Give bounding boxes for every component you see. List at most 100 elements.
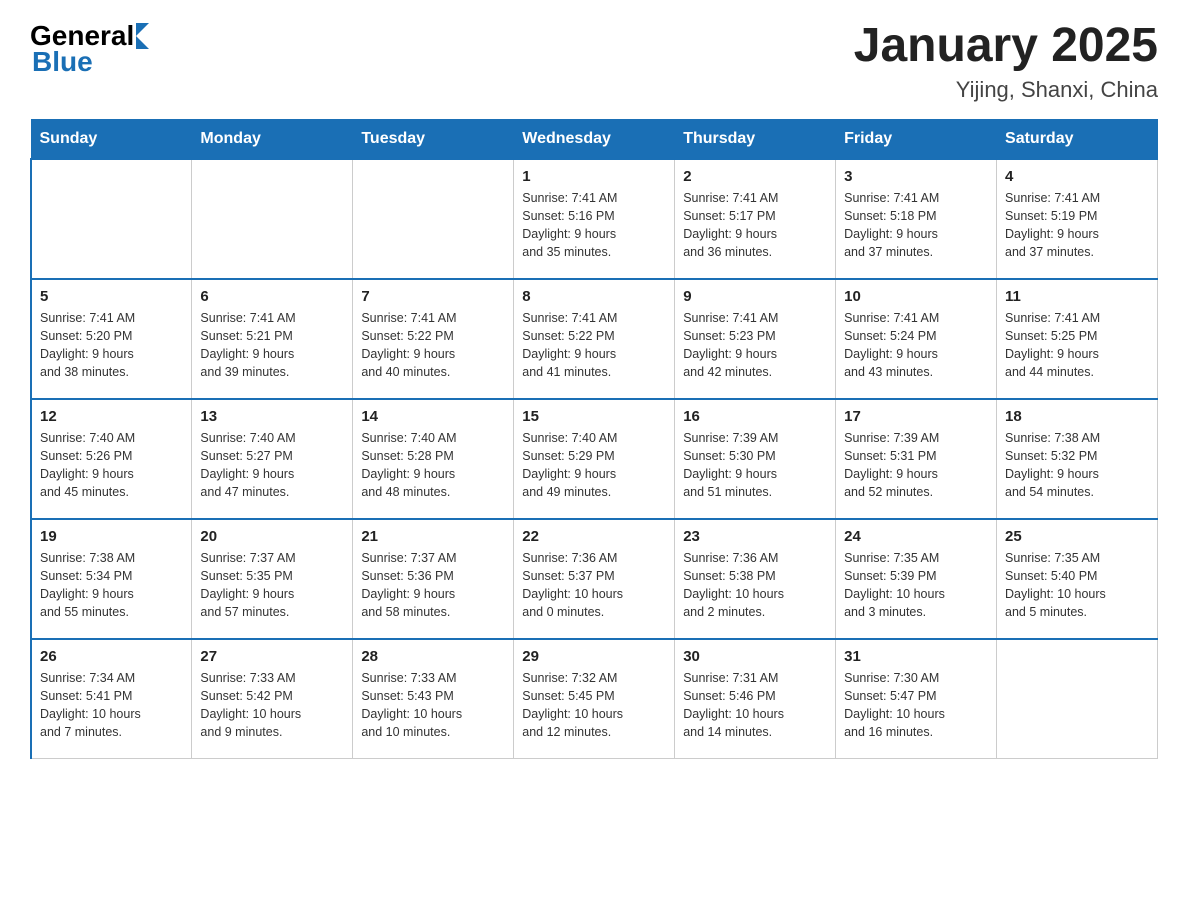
calendar-week-row: 19 Sunrise: 7:38 AM Sunset: 5:34 PM Dayli… (31, 519, 1158, 639)
day-info: Sunrise: 7:40 AM Sunset: 5:28 PM Dayligh… (361, 429, 505, 502)
day-info: Sunrise: 7:39 AM Sunset: 5:30 PM Dayligh… (683, 429, 827, 502)
day-number: 28 (361, 648, 505, 665)
calendar-week-row: 12 Sunrise: 7:40 AM Sunset: 5:26 PM Dayli… (31, 399, 1158, 519)
day-info: Sunrise: 7:33 AM Sunset: 5:42 PM Dayligh… (200, 669, 344, 742)
calendar-cell: 20Sunrise: 7:37 AM Sunset: 5:35 PM Dayli… (192, 519, 353, 639)
column-header-friday: Friday (836, 119, 997, 159)
calendar-week-row: 26Sunrise: 7:34 AM Sunset: 5:41 PM Dayli… (31, 639, 1158, 759)
column-header-sunday: Sunday (31, 119, 192, 159)
calendar-subtitle: Yijing, Shanxi, China (854, 77, 1158, 103)
day-number: 20 (200, 528, 344, 545)
calendar-cell: 23 Sunrise: 7:36 AM Sunset: 5:38 PM Dayli… (675, 519, 836, 639)
calendar-cell: 30Sunrise: 7:31 AM Sunset: 5:46 PM Dayli… (675, 639, 836, 759)
day-number: 31 (844, 648, 988, 665)
calendar-cell: 31 Sunrise: 7:30 AM Sunset: 5:47 PM Dayli… (836, 639, 997, 759)
day-number: 18 (1005, 408, 1149, 425)
calendar-cell: 5Sunrise: 7:41 AM Sunset: 5:20 PM Daylig… (31, 279, 192, 399)
day-info: Sunrise: 7:41 AM Sunset: 5:17 PM Dayligh… (683, 189, 827, 262)
calendar-week-row: 5Sunrise: 7:41 AM Sunset: 5:20 PM Daylig… (31, 279, 1158, 399)
day-number: 6 (200, 288, 344, 305)
day-info: Sunrise: 7:41 AM Sunset: 5:20 PM Dayligh… (40, 309, 183, 382)
calendar-cell: 9 Sunrise: 7:41 AM Sunset: 5:23 PM Daylig… (675, 279, 836, 399)
day-number: 3 (844, 168, 988, 185)
day-info: Sunrise: 7:33 AM Sunset: 5:43 PM Dayligh… (361, 669, 505, 742)
day-info: Sunrise: 7:40 AM Sunset: 5:26 PM Dayligh… (40, 429, 183, 502)
calendar-cell: 14 Sunrise: 7:40 AM Sunset: 5:28 PM Dayli… (353, 399, 514, 519)
calendar-cell: 27 Sunrise: 7:33 AM Sunset: 5:42 PM Dayli… (192, 639, 353, 759)
day-info: Sunrise: 7:38 AM Sunset: 5:34 PM Dayligh… (40, 549, 183, 622)
calendar-cell: 1Sunrise: 7:41 AM Sunset: 5:16 PM Daylig… (514, 159, 675, 279)
day-number: 27 (200, 648, 344, 665)
day-number: 23 (683, 528, 827, 545)
day-number: 7 (361, 288, 505, 305)
calendar-cell: 3 Sunrise: 7:41 AM Sunset: 5:18 PM Daylig… (836, 159, 997, 279)
column-header-tuesday: Tuesday (353, 119, 514, 159)
page-header: General Blue January 2025 Yijing, Shanxi… (30, 20, 1158, 103)
calendar-cell: 7 Sunrise: 7:41 AM Sunset: 5:22 PM Daylig… (353, 279, 514, 399)
day-number: 15 (522, 408, 666, 425)
calendar-cell: 24Sunrise: 7:35 AM Sunset: 5:39 PM Dayli… (836, 519, 997, 639)
title-block: January 2025 Yijing, Shanxi, China (854, 20, 1158, 103)
day-info: Sunrise: 7:41 AM Sunset: 5:23 PM Dayligh… (683, 309, 827, 382)
calendar-cell: 18Sunrise: 7:38 AM Sunset: 5:32 PM Dayli… (997, 399, 1158, 519)
day-number: 25 (1005, 528, 1149, 545)
calendar-week-row: 1Sunrise: 7:41 AM Sunset: 5:16 PM Daylig… (31, 159, 1158, 279)
day-info: Sunrise: 7:30 AM Sunset: 5:47 PM Dayligh… (844, 669, 988, 742)
day-number: 10 (844, 288, 988, 305)
calendar-cell: 19 Sunrise: 7:38 AM Sunset: 5:34 PM Dayli… (31, 519, 192, 639)
calendar-cell: 15Sunrise: 7:40 AM Sunset: 5:29 PM Dayli… (514, 399, 675, 519)
calendar-cell: 12 Sunrise: 7:40 AM Sunset: 5:26 PM Dayli… (31, 399, 192, 519)
column-header-wednesday: Wednesday (514, 119, 675, 159)
day-number: 30 (683, 648, 827, 665)
day-info: Sunrise: 7:41 AM Sunset: 5:18 PM Dayligh… (844, 189, 988, 262)
calendar-cell (31, 159, 192, 279)
calendar-cell: 16 Sunrise: 7:39 AM Sunset: 5:30 PM Dayli… (675, 399, 836, 519)
calendar-header-row: SundayMondayTuesdayWednesdayThursdayFrid… (31, 119, 1158, 159)
calendar-cell: 17Sunrise: 7:39 AM Sunset: 5:31 PM Dayli… (836, 399, 997, 519)
day-info: Sunrise: 7:41 AM Sunset: 5:22 PM Dayligh… (361, 309, 505, 382)
day-number: 9 (683, 288, 827, 305)
day-number: 13 (200, 408, 344, 425)
calendar-cell: 26Sunrise: 7:34 AM Sunset: 5:41 PM Dayli… (31, 639, 192, 759)
day-number: 4 (1005, 168, 1149, 185)
calendar-cell: 6 Sunrise: 7:41 AM Sunset: 5:21 PM Daylig… (192, 279, 353, 399)
day-info: Sunrise: 7:37 AM Sunset: 5:36 PM Dayligh… (361, 549, 505, 622)
column-header-thursday: Thursday (675, 119, 836, 159)
column-header-monday: Monday (192, 119, 353, 159)
day-info: Sunrise: 7:40 AM Sunset: 5:27 PM Dayligh… (200, 429, 344, 502)
day-number: 22 (522, 528, 666, 545)
logo-blue-text: Blue (32, 46, 93, 78)
day-number: 14 (361, 408, 505, 425)
day-info: Sunrise: 7:35 AM Sunset: 5:39 PM Dayligh… (844, 549, 988, 622)
calendar-cell: 29Sunrise: 7:32 AM Sunset: 5:45 PM Dayli… (514, 639, 675, 759)
calendar-cell: 4 Sunrise: 7:41 AM Sunset: 5:19 PM Daylig… (997, 159, 1158, 279)
day-number: 11 (1005, 288, 1149, 305)
day-info: Sunrise: 7:41 AM Sunset: 5:24 PM Dayligh… (844, 309, 988, 382)
day-number: 19 (40, 528, 183, 545)
day-info: Sunrise: 7:39 AM Sunset: 5:31 PM Dayligh… (844, 429, 988, 502)
calendar-cell: 25Sunrise: 7:35 AM Sunset: 5:40 PM Dayli… (997, 519, 1158, 639)
day-info: Sunrise: 7:41 AM Sunset: 5:16 PM Dayligh… (522, 189, 666, 262)
day-number: 16 (683, 408, 827, 425)
day-info: Sunrise: 7:32 AM Sunset: 5:45 PM Dayligh… (522, 669, 666, 742)
calendar-cell: 8Sunrise: 7:41 AM Sunset: 5:22 PM Daylig… (514, 279, 675, 399)
calendar-cell (192, 159, 353, 279)
calendar-cell (353, 159, 514, 279)
calendar-cell: 11 Sunrise: 7:41 AM Sunset: 5:25 PM Dayli… (997, 279, 1158, 399)
day-info: Sunrise: 7:41 AM Sunset: 5:21 PM Dayligh… (200, 309, 344, 382)
day-number: 12 (40, 408, 183, 425)
calendar-cell: 2 Sunrise: 7:41 AM Sunset: 5:17 PM Daylig… (675, 159, 836, 279)
calendar-cell: 21Sunrise: 7:37 AM Sunset: 5:36 PM Dayli… (353, 519, 514, 639)
calendar-cell: 13 Sunrise: 7:40 AM Sunset: 5:27 PM Dayli… (192, 399, 353, 519)
calendar-table: SundayMondayTuesdayWednesdayThursdayFrid… (30, 119, 1158, 760)
day-info: Sunrise: 7:41 AM Sunset: 5:19 PM Dayligh… (1005, 189, 1149, 262)
day-info: Sunrise: 7:36 AM Sunset: 5:37 PM Dayligh… (522, 549, 666, 622)
calendar-title: January 2025 (854, 20, 1158, 73)
day-info: Sunrise: 7:34 AM Sunset: 5:41 PM Dayligh… (40, 669, 183, 742)
column-header-saturday: Saturday (997, 119, 1158, 159)
day-info: Sunrise: 7:36 AM Sunset: 5:38 PM Dayligh… (683, 549, 827, 622)
calendar-cell: 10 Sunrise: 7:41 AM Sunset: 5:24 PM Dayli… (836, 279, 997, 399)
day-info: Sunrise: 7:41 AM Sunset: 5:25 PM Dayligh… (1005, 309, 1149, 382)
day-number: 2 (683, 168, 827, 185)
logo: General Blue (30, 20, 149, 78)
